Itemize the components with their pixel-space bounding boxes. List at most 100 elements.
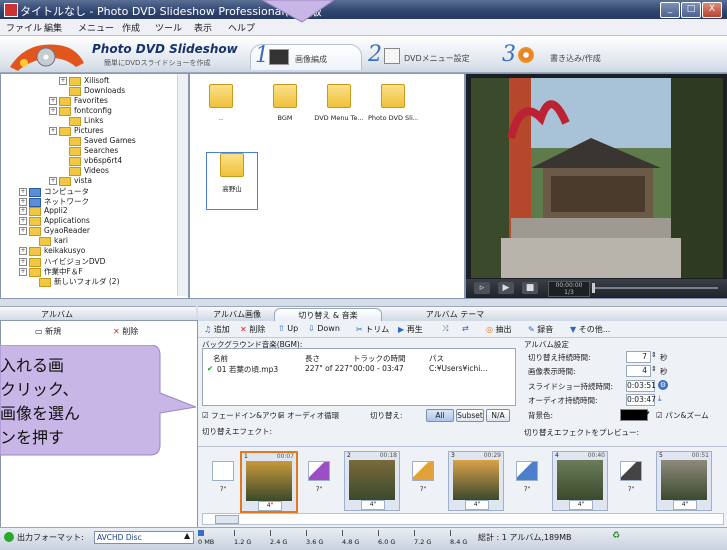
file-item[interactable]: ..	[196, 84, 246, 122]
play-button[interactable]: ▶	[498, 282, 514, 294]
expand-icon[interactable]: +	[59, 77, 67, 85]
menu-file[interactable]: ファイル	[6, 21, 42, 34]
tree-item[interactable]: 新しいフォルダ (2)	[29, 276, 120, 287]
switch-duration-input[interactable]: 7	[626, 351, 651, 363]
tree-item[interactable]: Videos	[59, 166, 109, 176]
switch-all-button[interactable]: All	[426, 409, 454, 422]
expand-icon[interactable]: +	[19, 198, 27, 206]
chevron-up-icon[interactable]: ▲	[184, 531, 190, 540]
trim-button[interactable]: ✂ トリム	[356, 324, 389, 335]
expand-icon[interactable]: +	[19, 247, 27, 255]
image-duration-spin[interactable]: ⇕	[651, 365, 657, 373]
play-music-button[interactable]: ▶ 再生	[398, 324, 423, 335]
seek-bar[interactable]	[592, 287, 718, 289]
menu-create[interactable]: 作成	[122, 21, 140, 34]
menu-menu[interactable]: メニュー	[78, 21, 114, 34]
fade-checkbox[interactable]: ☑ フェードイン&アウト	[202, 410, 284, 421]
bgm-table[interactable]: 名前 長さ トラックの時間 パス ✔ 01 若葉の頃.mp3 227" of 2…	[202, 348, 516, 406]
tree-item[interactable]: + Xilisoft	[59, 76, 109, 86]
tab-transitions-music[interactable]: 切り替え & 音楽	[274, 308, 382, 322]
timeline-scrollbar[interactable]	[202, 513, 724, 525]
switch-na-button[interactable]: N/A	[486, 409, 510, 422]
delete-button[interactable]: ✕ 削除	[240, 324, 265, 335]
tree-item[interactable]: Saved Games	[59, 136, 136, 146]
expand-icon[interactable]: +	[19, 258, 27, 266]
audio-sync-icon[interactable]: ⤓	[658, 394, 662, 404]
maximize-button[interactable]: □	[681, 2, 701, 18]
info-icon[interactable]: ⚙	[658, 380, 668, 390]
tree-item[interactable]: + Applications	[19, 216, 90, 226]
slide-slot[interactable]: 1 00:07 4"	[240, 451, 298, 513]
bg-color-picker[interactable]	[620, 409, 648, 421]
output-format-select[interactable]: AVCHD Disc	[94, 531, 194, 544]
panzoom-checkbox[interactable]: ☑ パン&ズーム	[656, 410, 709, 421]
tree-scrollbar[interactable]	[177, 74, 188, 296]
file-item[interactable]: 高野山	[206, 152, 258, 210]
tab-step-1[interactable]: 1 画像編成	[250, 43, 362, 70]
transition-slot[interactable]: 7"	[516, 461, 538, 493]
tab-step-2[interactable]: 2 DVDメニュー設定	[364, 42, 484, 69]
expand-icon[interactable]: +	[49, 177, 57, 185]
switch-subset-button[interactable]: Subset	[456, 409, 484, 422]
record-button[interactable]: ✎ 録音	[528, 324, 553, 335]
image-duration-input[interactable]: 4	[626, 365, 651, 377]
chevron-down-icon[interactable]: ▾	[646, 409, 650, 417]
transition-slot[interactable]: 7"	[412, 461, 434, 493]
shuffle-icon[interactable]: ⤨	[442, 324, 448, 334]
minimize-button[interactable]: _	[660, 2, 680, 18]
expand-icon[interactable]: +	[49, 107, 57, 115]
stop-button[interactable]: ■	[522, 282, 538, 294]
tree-item[interactable]: + fontconfig	[49, 106, 112, 116]
delete-album-button[interactable]: ✕ 削除	[113, 326, 138, 337]
expand-icon[interactable]: +	[19, 268, 27, 276]
file-item[interactable]: Photo DVD Sli...	[368, 84, 418, 122]
switch-duration-spin[interactable]: ⇕	[651, 351, 657, 359]
loop-checkbox[interactable]: ☑ オーディオ循環	[278, 410, 339, 421]
expand-icon[interactable]: +	[19, 188, 27, 196]
file-item[interactable]: DVD Menu Te...	[314, 84, 364, 122]
transition-slot[interactable]: 7"	[212, 461, 234, 493]
frame-step-button[interactable]: ▹	[474, 282, 490, 294]
tree-item[interactable]: + コンピュータ	[19, 186, 89, 197]
up-button[interactable]: ⇧ Up	[278, 324, 298, 333]
tree-item[interactable]: + ネットワーク	[19, 196, 89, 207]
tree-item[interactable]: + vista	[49, 176, 92, 186]
scroll-thumb[interactable]	[215, 515, 239, 524]
new-album-button[interactable]: ▭ 新規	[35, 326, 61, 337]
tree-item[interactable]: + 作業中F＆F	[19, 266, 83, 277]
expand-icon[interactable]: +	[49, 127, 57, 135]
tab-album-theme[interactable]: アルバム テーマ	[410, 308, 500, 321]
expand-icon[interactable]: +	[19, 207, 27, 215]
add-button[interactable]: ♫ 追加	[204, 324, 230, 335]
tab-album-images[interactable]: アルバム画像	[202, 308, 272, 321]
file-item[interactable]: BGM	[260, 84, 310, 122]
down-button[interactable]: ⇩ Down	[308, 324, 340, 333]
tree-item[interactable]: kari	[29, 236, 68, 246]
slide-slot[interactable]: 2 00:18 4"	[344, 451, 400, 511]
transition-slot[interactable]: 7"	[620, 461, 642, 493]
menu-view[interactable]: 表示	[194, 21, 212, 34]
tree-item[interactable]: Searches	[59, 146, 118, 156]
seek-handle[interactable]	[592, 283, 595, 293]
table-row[interactable]: ✔ 01 若葉の頃.mp3 227" of 227" 00:00 - 03:47…	[205, 363, 511, 374]
tree-item[interactable]: + GyaoReader	[19, 226, 90, 236]
folder-tree[interactable]: + Xilisoft Downloads + Favorites + fontconfig L…	[0, 73, 189, 299]
tree-item[interactable]: + Appli2	[19, 206, 68, 216]
expand-icon[interactable]: +	[19, 227, 27, 235]
tree-item[interactable]: Downloads	[59, 86, 125, 96]
transition-slot[interactable]: 7"	[308, 461, 330, 493]
slide-slot[interactable]: 5 00:51 4"	[656, 451, 712, 511]
menu-tools[interactable]: ツール	[155, 21, 182, 34]
tree-item[interactable]: + ハイビジョンDVD	[19, 256, 105, 267]
menu-help[interactable]: ヘルプ	[228, 21, 255, 34]
tree-item[interactable]: + Favorites	[49, 96, 108, 106]
tab-step-3[interactable]: 3 書き込み/作成	[498, 42, 628, 69]
menu-edit[interactable]: 編集	[44, 21, 62, 34]
tree-item[interactable]: vb6sp6rt4	[59, 156, 122, 166]
slide-slot[interactable]: 3 00:29 4"	[448, 451, 504, 511]
more-button[interactable]: ▼ その他...	[570, 324, 610, 335]
tree-item[interactable]: + Pictures	[49, 126, 104, 136]
tree-item[interactable]: + keikakusyo	[19, 246, 85, 256]
tree-item[interactable]: Links	[59, 116, 103, 126]
expand-icon[interactable]: +	[49, 97, 57, 105]
